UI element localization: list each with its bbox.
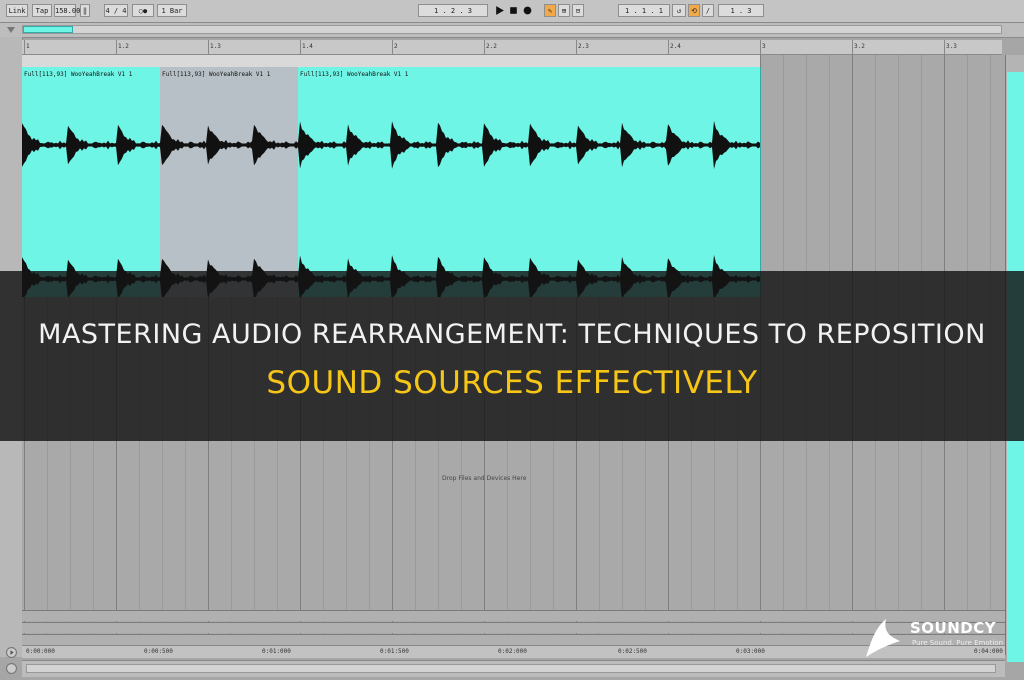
time-label: 0:01:000 [262, 648, 291, 655]
ruler-tick-mark [852, 40, 853, 54]
ruler-tick-label: 3.2 [854, 43, 865, 50]
ruler-tick-mark [208, 40, 209, 54]
follow-icon[interactable] [6, 663, 17, 674]
ruler-tick-label: 2.3 [578, 43, 589, 50]
return-lane[interactable] [22, 634, 1005, 645]
loop-switch-icon[interactable]: ↺ [672, 4, 686, 17]
logo-name: SOUNDCY [910, 619, 997, 637]
overview-track [22, 25, 1002, 34]
time-label: 0:00:500 [144, 648, 173, 655]
ruler-tick-mark [668, 40, 669, 54]
draw-mode-icon[interactable]: ✎ [544, 4, 556, 17]
time-label: 0:01:500 [380, 648, 409, 655]
ruler-tick-mark [24, 40, 25, 54]
ruler-tick-mark [760, 40, 761, 54]
ruler-tick-label: 2 [394, 43, 398, 50]
ruler-tick-mark [300, 40, 301, 54]
tap-tempo-button[interactable]: Tap [32, 4, 52, 17]
title-banner: MASTERING AUDIO REARRANGEMENT: TECHNIQUE… [0, 271, 1024, 441]
title-line-2: SOUND SOURCES EFFECTIVELY [266, 365, 758, 401]
ruler-tick-label: 1.4 [302, 43, 313, 50]
time-label: 0:02:500 [618, 648, 647, 655]
loop-toggle-icon[interactable]: ⟲ [688, 4, 700, 17]
envelope-icon[interactable]: ∕ [702, 4, 714, 17]
ruler-tick-label: 1.2 [118, 43, 129, 50]
link-button[interactable]: Link [6, 4, 28, 17]
ruler-tick-mark [576, 40, 577, 54]
metronome-icon[interactable]: ○● [132, 4, 154, 17]
return-lane[interactable] [22, 622, 1005, 633]
ruler-tick-label: 1 [26, 43, 30, 50]
play-icon[interactable] [494, 5, 505, 16]
drop-hint: Drop Files and Devices Here [442, 475, 527, 482]
tempo-field[interactable]: 158.00 [54, 4, 80, 17]
logo-tagline: Pure Sound. Pure Emotion [912, 639, 1004, 647]
waveform-channel [22, 120, 760, 170]
audio-waveform [22, 120, 760, 297]
ruler-tick-mark [116, 40, 117, 54]
ruler-tick-label: 1.3 [210, 43, 221, 50]
overview-selection[interactable] [23, 26, 73, 33]
ruler-tick-label: 3 [762, 43, 766, 50]
beat-ruler[interactable]: 1 1.2 1.3 1.4 2 2.2 2.3 2.4 3 3.2 3.3 [22, 40, 1002, 55]
ruler-tick-mark [392, 40, 393, 54]
quantize-select[interactable]: 1 Bar [157, 4, 187, 17]
ruler-tick-mark [944, 40, 945, 54]
title-line-1: MASTERING AUDIO REARRANGEMENT: TECHNIQUE… [38, 319, 986, 350]
loop-start-field[interactable]: 1 . 1 . 1 [618, 4, 670, 17]
record-icon[interactable] [522, 5, 533, 16]
time-ruler[interactable]: 0:00:000 0:00:500 0:01:000 0:01:500 0:02:000… [22, 645, 1005, 658]
soundcy-logo-icon [866, 619, 900, 657]
song-position-field[interactable]: 1 . 2 . 3 [418, 4, 488, 17]
punch-in-icon[interactable]: ⊞ [558, 4, 570, 17]
stop-icon[interactable] [508, 5, 519, 16]
soundcy-logo: SOUNDCY Pure Sound. Pure Emotion [860, 615, 1010, 663]
arrangement-overview[interactable] [0, 23, 1024, 38]
ruler-tick-label: 2.2 [486, 43, 497, 50]
ruler-tick-mark [484, 40, 485, 54]
horizontal-scrollbar[interactable] [22, 660, 1005, 677]
master-lane[interactable] [22, 610, 1005, 621]
time-label: 0:00:000 [26, 648, 55, 655]
time-signature-field[interactable]: 4 / 4 [104, 4, 128, 17]
ruler-tick-label: 2.4 [670, 43, 681, 50]
ruler-tick-label: 3.3 [946, 43, 957, 50]
transport-bar: Link Tap 158.00 ‖ 4 / 4 ○● 1 Bar 1 . 2 .… [0, 0, 1024, 23]
time-label: 0:03:000 [736, 648, 765, 655]
punch-out-icon[interactable]: ⊟ [572, 4, 584, 17]
play-clip-icon[interactable] [6, 647, 17, 658]
nudge-icon[interactable]: ‖ [80, 4, 90, 17]
loop-length-field[interactable]: 1 . 3 [718, 4, 764, 17]
scrollbar-thumb[interactable] [26, 664, 996, 673]
time-label: 0:02:000 [498, 648, 527, 655]
collapse-icon[interactable] [6, 25, 16, 35]
